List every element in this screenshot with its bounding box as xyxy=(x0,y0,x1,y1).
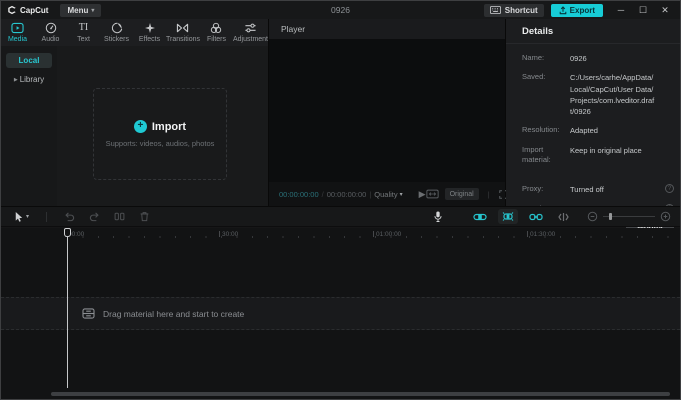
import-label: Import xyxy=(151,120,187,133)
detail-value-proxy: Turned off xyxy=(570,185,604,195)
zoom-in-icon[interactable] xyxy=(660,211,671,222)
effects-icon xyxy=(144,22,156,34)
tab-media[interactable]: Media xyxy=(1,19,34,46)
play-button[interactable]: ▶ xyxy=(419,189,426,200)
detail-value-saved-path: C:/Users/carhe/AppData/Local/CapCut/User… xyxy=(570,73,655,116)
adjustment-icon xyxy=(244,22,257,34)
cursor-icon xyxy=(13,211,24,223)
titlebar: CapCut Menu ▾ 0926 Shortcut Export ─ ☐ ✕ xyxy=(1,1,680,19)
timeline-horizontal-scrollbar[interactable] xyxy=(51,392,670,396)
minimize-button[interactable]: ─ xyxy=(610,5,632,15)
workspace: Media Audio TI Text Stickers Effects Tra… xyxy=(1,19,680,235)
ruler-mark: 30:00 xyxy=(219,231,238,238)
media-sidebar: Local ▶ Library xyxy=(1,46,57,206)
main-track-dropzone[interactable]: Drag material here and start to create xyxy=(1,297,680,330)
microphone-icon xyxy=(433,210,443,223)
details-title: Details xyxy=(506,19,680,44)
auto-preview-toggle[interactable] xyxy=(498,209,518,224)
project-title: 0926 xyxy=(331,5,350,15)
player-panel: Player 00:00:00:00 / 00:00:00:00 | Quali… xyxy=(269,19,508,206)
delete-button[interactable] xyxy=(136,211,153,222)
menu-button[interactable]: Menu ▾ xyxy=(60,3,102,17)
import-dropzone[interactable]: + Import Supports: videos, audios, photo… xyxy=(93,88,227,180)
tab-transitions[interactable]: Transitions xyxy=(166,19,200,46)
tab-adjustment[interactable]: Adjustment xyxy=(233,19,268,46)
chevron-down-icon: ▾ xyxy=(91,7,95,14)
divider xyxy=(46,211,48,222)
detail-label: Name: xyxy=(522,53,545,62)
keyboard-icon xyxy=(489,6,501,14)
player-title: Player xyxy=(281,24,306,34)
ratio-original-button[interactable]: Original xyxy=(444,188,479,200)
chevron-down-icon: ▾ xyxy=(399,191,403,198)
tab-stickers[interactable]: Stickers xyxy=(100,19,133,46)
ratio-icon[interactable] xyxy=(425,189,439,199)
detail-value-name: 0926 xyxy=(570,54,587,63)
media-icon xyxy=(11,22,24,34)
detail-label: Proxy: xyxy=(522,184,544,194)
quality-dropdown[interactable]: Quality ▾ xyxy=(374,190,402,199)
select-tool-button[interactable]: ▾ xyxy=(10,211,32,223)
ruler-mark: 01:30:00 xyxy=(527,231,555,238)
details-rows-top: Name: 0926 Saved: C:/Users/carhe/AppData… xyxy=(506,44,680,166)
tab-effects[interactable]: Effects xyxy=(133,19,166,46)
ruler-mark: 01:00:00 xyxy=(373,231,401,238)
detail-label: Saved: xyxy=(522,72,546,82)
detail-label: Resolution: xyxy=(522,125,560,135)
info-icon[interactable]: ? xyxy=(665,184,674,194)
details-panel: Details Name: 0926 Saved: C:/Users/carhe… xyxy=(506,19,680,235)
tab-text[interactable]: TI Text xyxy=(67,19,100,46)
timeline-empty-hint: Drag material here and start to create xyxy=(103,308,245,319)
sidebar-item-local[interactable]: Local xyxy=(6,53,52,68)
sticker-icon xyxy=(111,22,123,34)
current-time: 00:00:00:00 xyxy=(279,189,319,199)
import-hint: Supports: videos, audios, photos xyxy=(105,139,215,148)
tab-audio[interactable]: Audio xyxy=(34,19,67,46)
capcut-window: CapCut Menu ▾ 0926 Shortcut Export ─ ☐ ✕… xyxy=(0,0,681,400)
detail-value-resolution: Adapted xyxy=(570,126,598,136)
shortcut-button[interactable]: Shortcut xyxy=(483,3,544,17)
transitions-icon xyxy=(176,22,189,34)
detail-label: Import material: xyxy=(522,144,551,165)
export-icon xyxy=(559,5,567,15)
zoom-slider-thumb[interactable] xyxy=(609,213,612,220)
sidebar-item-library[interactable]: ▶ Library xyxy=(6,72,52,87)
preview-axis-toggle[interactable] xyxy=(554,210,573,224)
close-button[interactable]: ✕ xyxy=(654,5,676,16)
export-button[interactable]: Export xyxy=(550,3,603,17)
playhead[interactable] xyxy=(64,228,71,388)
zoom-slider[interactable] xyxy=(603,213,655,220)
audio-icon xyxy=(45,22,57,34)
player-controls: 00:00:00:00 / 00:00:00:00 | Quality ▾ ▶ … xyxy=(269,182,508,206)
timeline[interactable]: 00:00 30:00 01:00:00 01:30:00 Drag mater… xyxy=(1,228,680,399)
player-header: Player xyxy=(269,19,505,39)
app-name: CapCut xyxy=(20,5,49,15)
total-duration: 00:00:00:00 xyxy=(326,189,367,199)
redo-button[interactable] xyxy=(86,211,103,222)
asset-tabbar: Media Audio TI Text Stickers Effects Tra… xyxy=(1,19,268,46)
chevron-right-icon: ▶ xyxy=(13,76,18,83)
filters-icon xyxy=(210,22,222,34)
maximize-button[interactable]: ☐ xyxy=(632,5,654,16)
linkage-toggle[interactable] xyxy=(526,210,546,224)
timeline-zoom-control xyxy=(587,211,671,222)
chevron-down-icon: ▾ xyxy=(26,214,30,220)
main-track-magnet-toggle[interactable] xyxy=(470,210,490,224)
text-icon: TI xyxy=(78,22,89,33)
capcut-logo: CapCut xyxy=(7,5,48,15)
media-content: + Import Supports: videos, audios, photo… xyxy=(57,46,268,206)
detail-value-import-material: Keep in original place xyxy=(570,145,642,155)
timeline-toolbar: ▾ xyxy=(1,206,680,227)
plus-icon: + xyxy=(133,120,147,133)
clip-icon xyxy=(82,308,95,319)
media-panel: Media Audio TI Text Stickers Effects Tra… xyxy=(1,19,269,206)
capcut-logo-icon xyxy=(7,5,17,15)
tab-filters[interactable]: Filters xyxy=(200,19,233,46)
playhead-line xyxy=(67,236,68,388)
record-voiceover-button[interactable] xyxy=(430,210,446,223)
player-viewport[interactable] xyxy=(269,39,505,182)
split-button[interactable] xyxy=(111,211,128,222)
zoom-out-icon[interactable] xyxy=(587,211,598,222)
undo-button[interactable] xyxy=(61,211,78,222)
